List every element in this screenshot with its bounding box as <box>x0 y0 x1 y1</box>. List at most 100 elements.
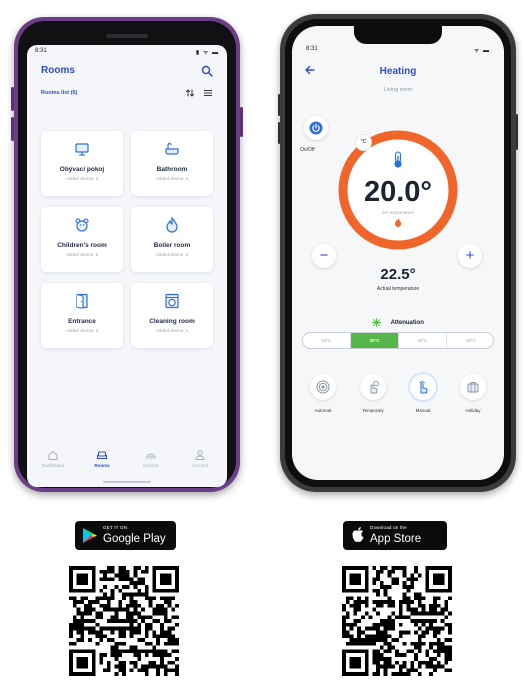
page-title: Heating <box>379 66 417 77</box>
qr-module <box>103 573 107 578</box>
room-card[interactable]: Bathroom Added device: 4 <box>131 131 213 196</box>
qr-module <box>398 630 403 635</box>
qr-module <box>345 615 350 620</box>
qr-module <box>372 626 377 631</box>
qr-module <box>137 630 142 635</box>
mode-temporary-button[interactable]: Temporary <box>348 374 398 413</box>
qr-module <box>342 622 346 627</box>
qr-module <box>345 611 350 616</box>
qr-module <box>410 577 415 582</box>
qr-module <box>160 622 164 627</box>
qr-module <box>144 569 149 574</box>
qr-module <box>106 569 111 574</box>
qr-finder-pattern <box>433 573 445 585</box>
qr-module <box>383 657 388 661</box>
notch <box>354 26 442 44</box>
decrease-temperature-button[interactable]: − <box>312 244 336 268</box>
google-play-qr-code <box>69 566 179 676</box>
increase-temperature-button[interactable]: + <box>458 244 482 268</box>
set-temperature-label: Set temperature <box>381 210 415 215</box>
room-card[interactable]: Boiler room Added device: 2 <box>131 207 213 272</box>
qr-module <box>99 615 104 620</box>
nav-rooms[interactable]: Rooms <box>82 449 122 468</box>
qr-module <box>391 664 396 669</box>
qr-module <box>80 634 85 639</box>
qr-module <box>152 660 157 665</box>
qr-module <box>160 626 164 631</box>
qr-module <box>160 607 164 612</box>
qr-module <box>144 566 149 570</box>
mode-holiday-button[interactable]: Holiday <box>448 374 498 413</box>
qr-module <box>160 657 164 661</box>
nav-account[interactable]: Account <box>180 449 220 468</box>
qr-module <box>406 584 411 589</box>
qr-module <box>376 569 380 574</box>
room-card[interactable]: Cleaning room Added device: 1 <box>131 283 213 348</box>
qr-module <box>429 645 434 650</box>
rooms-list-label: Rooms list (6) <box>41 90 78 96</box>
qr-module <box>95 630 100 635</box>
qr-module <box>372 653 377 658</box>
preset-option[interactable]: 28°C <box>447 333 493 348</box>
qr-module <box>76 638 81 642</box>
preset-option[interactable]: 15°C <box>303 333 351 348</box>
sort-icon[interactable] <box>185 88 195 98</box>
qr-module <box>429 611 434 616</box>
user-icon <box>195 450 205 460</box>
qr-module <box>87 638 92 642</box>
room-card[interactable]: Entrance Added device: 3 <box>41 283 123 348</box>
qr-module <box>175 603 179 608</box>
qr-module <box>417 596 422 601</box>
dial-handle[interactable]: ℃ <box>355 134 372 151</box>
preset-option-selected[interactable]: 20°C <box>351 333 399 348</box>
qr-module <box>383 638 388 642</box>
qr-module <box>144 630 149 635</box>
qr-module <box>406 588 411 593</box>
mode-automat-button[interactable]: Automat <box>298 374 348 413</box>
qr-module <box>118 649 123 654</box>
preset-option[interactable]: 24°C <box>399 333 447 348</box>
door-icon <box>76 293 88 309</box>
room-card[interactable]: Children's room Added device: 6 <box>41 207 123 272</box>
google-play-badge[interactable]: GET IT ON Google Play <box>75 521 176 550</box>
qr-module <box>118 566 123 570</box>
qr-module <box>391 672 396 676</box>
app-store-badge[interactable]: Download on the App Store <box>343 521 447 550</box>
qr-module <box>387 584 392 589</box>
nav-dashboard[interactable]: Dashboard <box>33 449 73 468</box>
qr-module <box>156 638 161 642</box>
qr-module <box>125 611 130 616</box>
qr-module <box>402 592 407 597</box>
room-card[interactable]: Obývací pokoj Added device: 3 <box>41 131 123 196</box>
qr-module <box>440 641 445 646</box>
qr-module <box>122 672 126 676</box>
search-icon[interactable] <box>201 65 213 77</box>
qr-module <box>152 664 157 669</box>
qr-module <box>103 584 107 589</box>
qr-module <box>125 573 130 578</box>
teddy-bear-icon <box>75 218 89 232</box>
qr-module <box>171 649 176 654</box>
qr-module <box>160 596 164 601</box>
qr-module <box>357 596 361 601</box>
qr-module <box>372 622 377 627</box>
qr-module <box>133 566 138 570</box>
qr-module <box>114 645 119 650</box>
qr-module <box>398 603 403 608</box>
list-view-icon[interactable] <box>203 88 213 98</box>
qr-module <box>379 657 384 661</box>
mode-manual-button[interactable]: Manual <box>398 374 448 413</box>
qr-module <box>171 607 176 612</box>
qr-module <box>398 668 403 673</box>
qr-module <box>414 668 418 673</box>
qr-module <box>383 584 388 589</box>
qr-module <box>357 603 361 608</box>
qr-module <box>141 592 145 597</box>
qr-module <box>171 660 176 665</box>
qr-module <box>103 634 107 639</box>
power-toggle-button[interactable] <box>304 116 328 140</box>
nav-devices[interactable]: Devices <box>131 449 171 468</box>
qr-module <box>72 626 77 631</box>
qr-module <box>402 672 407 676</box>
qr-module <box>114 615 119 620</box>
